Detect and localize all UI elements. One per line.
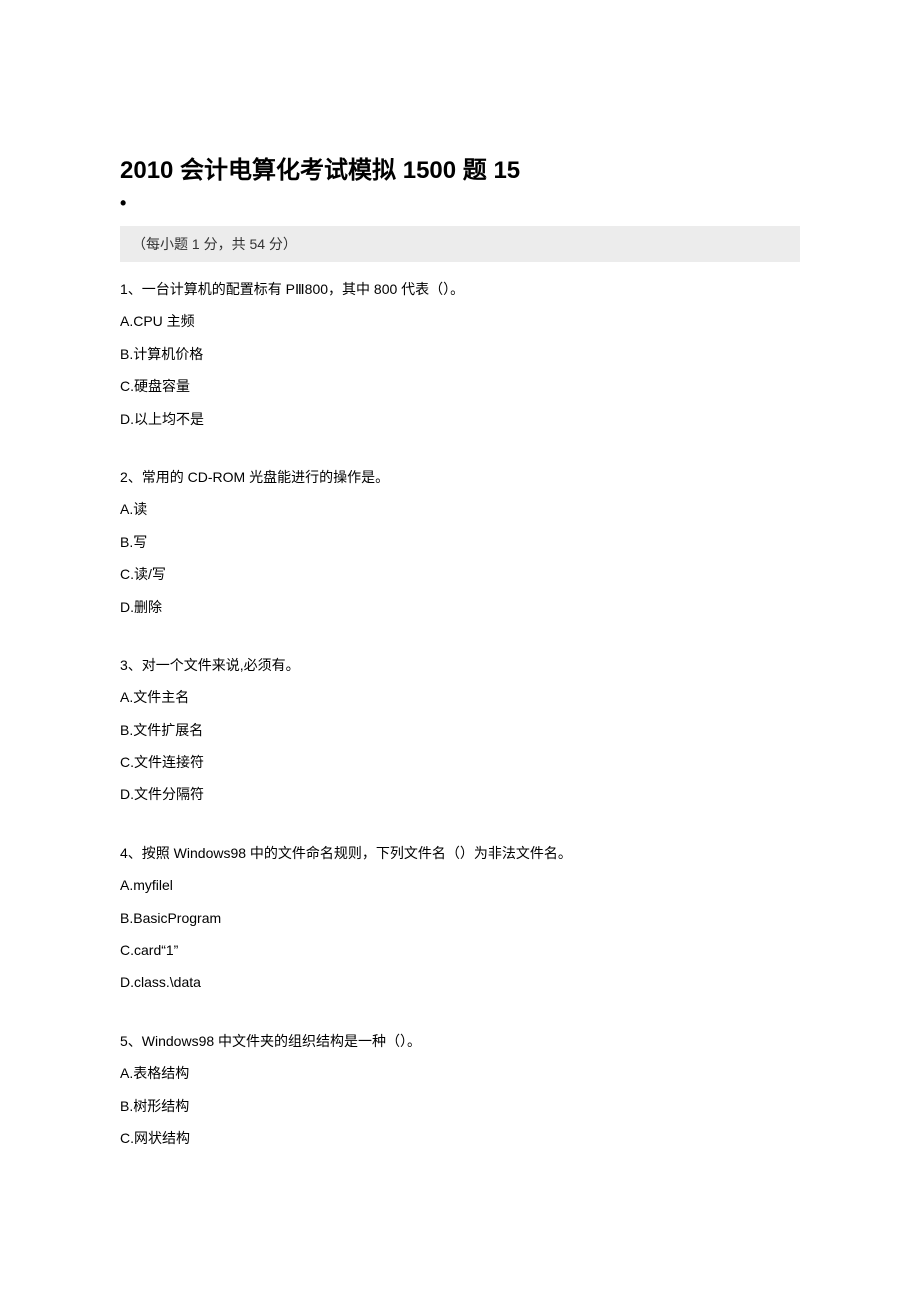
option-b: B.BasicProgram — [120, 907, 800, 929]
option-b: B.写 — [120, 531, 800, 553]
instruction-bar: （每小题 1 分，共 54 分） — [120, 226, 800, 262]
option-d: D.文件分隔符 — [120, 783, 800, 805]
option-b: B.计算机价格 — [120, 343, 800, 365]
option-a: A.文件主名 — [120, 686, 800, 708]
option-c: C.硬盘容量 — [120, 375, 800, 397]
page-title: 2010 会计电算化考试模拟 1500 题 15 — [120, 150, 800, 185]
bullet-mark: • — [120, 193, 800, 214]
question-text: 3、对一个文件来说,必须有。 — [120, 654, 800, 676]
question-block: 1、一台计算机的配置标有 PⅢ800，其中 800 代表（）。 A.CPU 主频… — [120, 278, 800, 430]
question-text: 1、一台计算机的配置标有 PⅢ800，其中 800 代表（）。 — [120, 278, 800, 300]
question-text: 5、Windows98 中文件夹的组织结构是一种（）。 — [120, 1030, 800, 1052]
option-a: A.表格结构 — [120, 1062, 800, 1084]
option-c: C.读/写 — [120, 563, 800, 585]
option-a: A.读 — [120, 498, 800, 520]
option-a: A.CPU 主频 — [120, 310, 800, 332]
question-block: 5、Windows98 中文件夹的组织结构是一种（）。 A.表格结构 B.树形结… — [120, 1030, 800, 1150]
question-block: 4、按照 Windows98 中的文件命名规则，下列文件名（）为非法文件名。 A… — [120, 842, 800, 994]
question-text: 4、按照 Windows98 中的文件命名规则，下列文件名（）为非法文件名。 — [120, 842, 800, 864]
option-d: D.class.\data — [120, 971, 800, 993]
option-c: C.card“1” — [120, 939, 800, 961]
question-block: 3、对一个文件来说,必须有。 A.文件主名 B.文件扩展名 C.文件连接符 D.… — [120, 654, 800, 806]
question-text: 2、常用的 CD-ROM 光盘能进行的操作是。 — [120, 466, 800, 488]
option-d: D.删除 — [120, 596, 800, 618]
option-b: B.文件扩展名 — [120, 719, 800, 741]
option-c: C.网状结构 — [120, 1127, 800, 1149]
question-block: 2、常用的 CD-ROM 光盘能进行的操作是。 A.读 B.写 C.读/写 D.… — [120, 466, 800, 618]
option-d: D.以上均不是 — [120, 408, 800, 430]
option-b: B.树形结构 — [120, 1095, 800, 1117]
option-a: A.myfilel — [120, 874, 800, 896]
option-c: C.文件连接符 — [120, 751, 800, 773]
